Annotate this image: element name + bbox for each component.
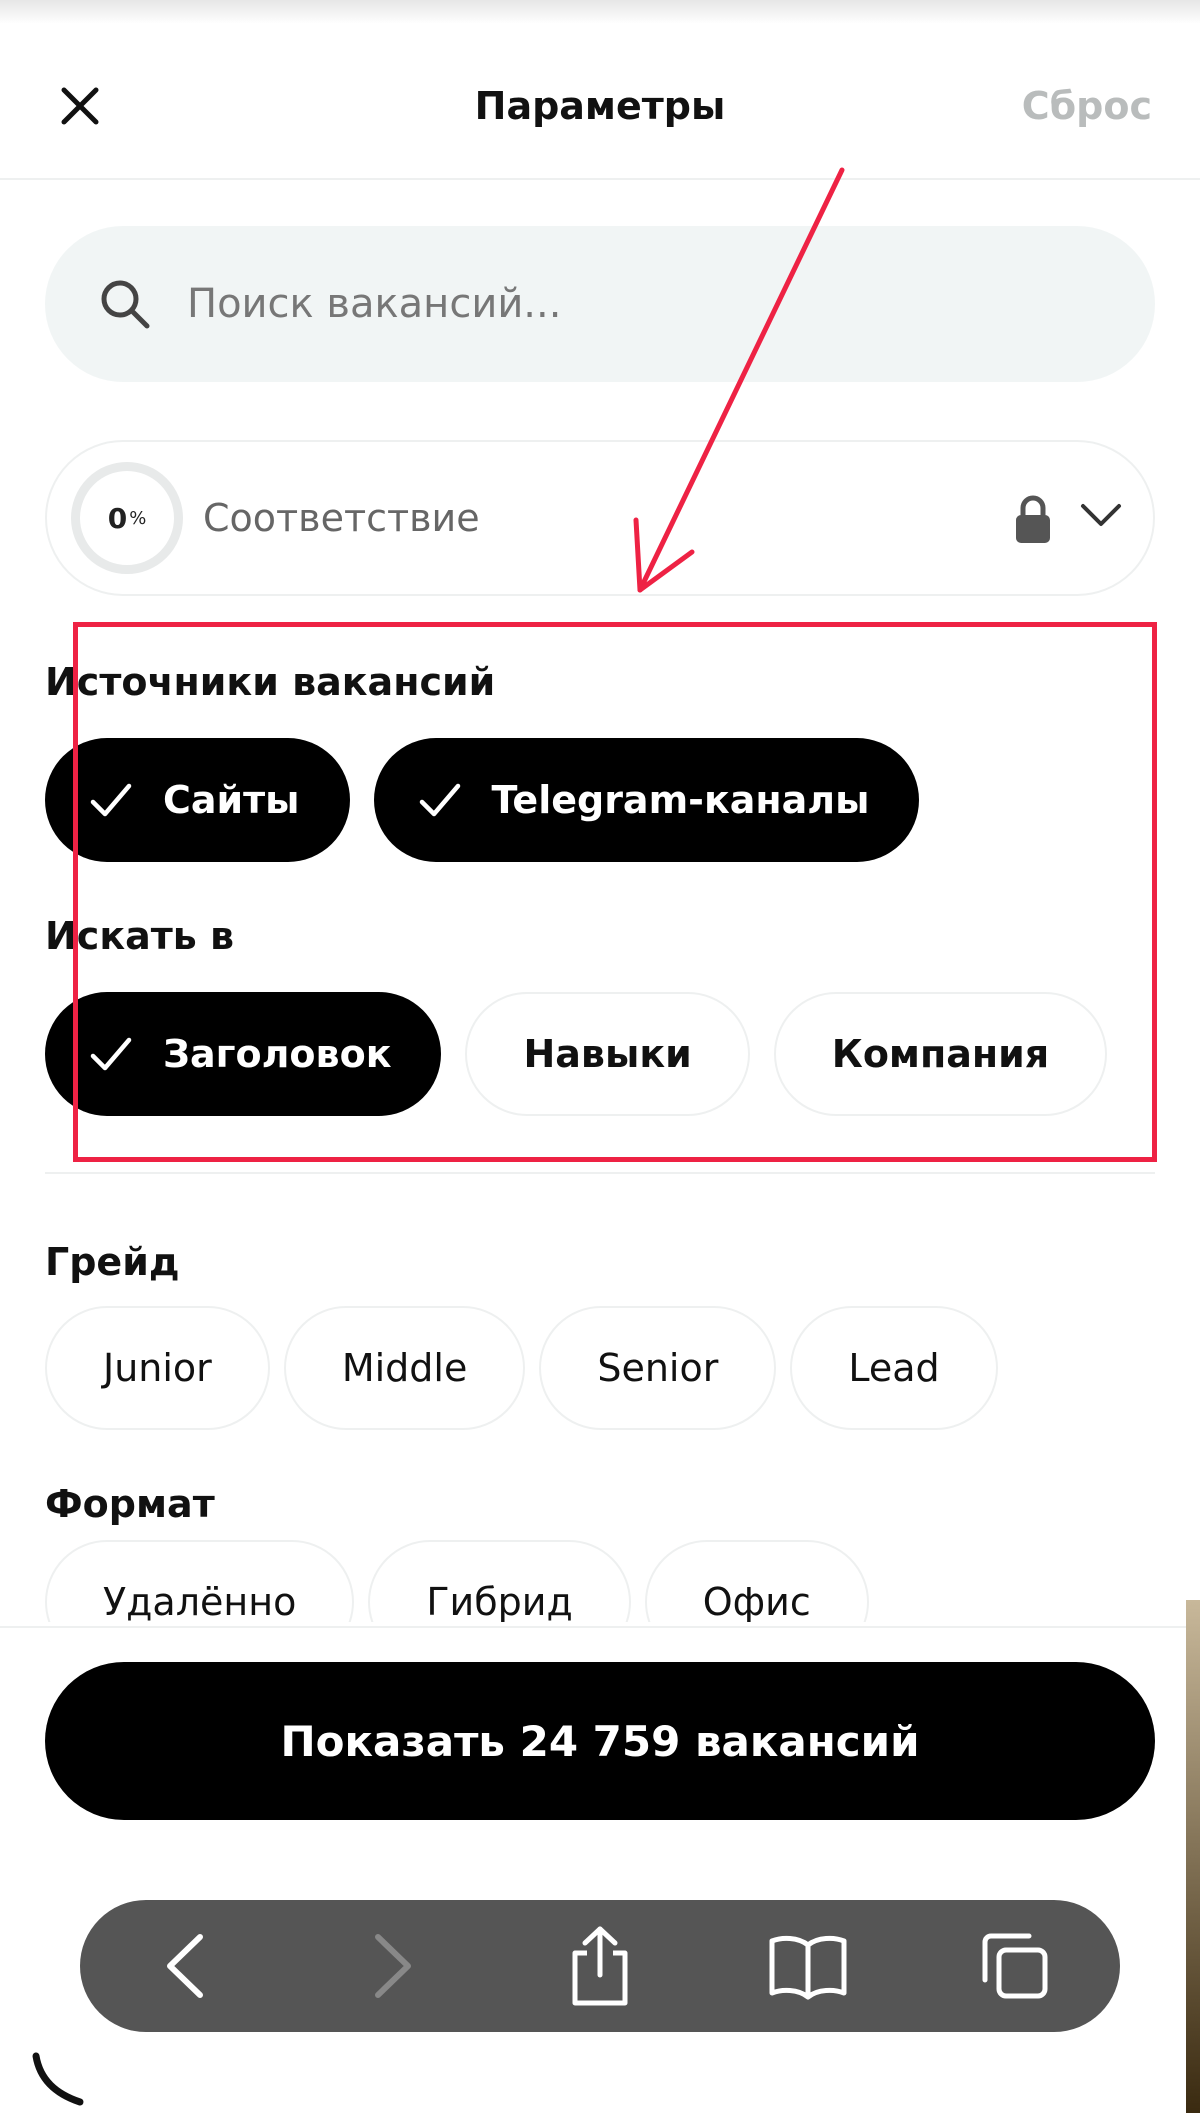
grade-chips: Junior Middle Senior Lead [45,1306,998,1430]
sources-title: Источники вакансий [45,660,496,704]
match-progress-ring: 0% [71,462,183,574]
search-input[interactable] [187,281,1037,327]
share-icon [572,1926,628,2006]
forward-icon [374,1934,411,1998]
bookmarks-icon [769,1935,846,2000]
chip-office[interactable]: Офис [644,1540,869,1622]
share-button[interactable] [555,1921,645,2011]
back-icon [167,1934,203,1998]
chip-label: Telegram-каналы [491,778,870,822]
chip-skills[interactable]: Навыки [465,992,750,1116]
background-edge [1186,1600,1200,2113]
match-label: Соответствие [203,496,480,540]
section-divider [45,1172,1155,1174]
bottom-divider [0,1626,1200,1628]
top-fade [0,0,1200,24]
check-icon [90,783,132,817]
lock-icon [1016,495,1050,543]
chip-lead[interactable]: Lead [790,1306,998,1430]
chevron-down-icon[interactable] [1079,500,1123,530]
chip-hybrid[interactable]: Гибрид [368,1540,631,1622]
show-results-button[interactable]: Показать 24 759 вакансий [45,1662,1155,1820]
format-title: Формат [45,1482,215,1526]
match-filter[interactable]: 0% Соответствие [45,440,1155,596]
tabs-icon [982,1933,1048,1999]
chip-junior[interactable]: Junior [45,1306,270,1430]
match-unit: % [129,507,147,529]
match-value: 0 [107,501,128,535]
grade-title: Грейд [45,1240,180,1284]
check-icon [419,783,460,817]
tabs-button[interactable] [970,1921,1060,2011]
chip-middle[interactable]: Middle [283,1306,526,1430]
chip-sites[interactable]: Сайты [45,738,350,862]
back-button[interactable] [140,1921,230,2011]
chip-title[interactable]: Заголовок [45,992,442,1116]
format-chips: Удалённо Гибрид Офис [45,1540,869,1622]
chip-label: Заголовок [163,1032,392,1076]
header-divider [0,178,1200,180]
reset-button[interactable]: Сброс [1022,76,1152,136]
chip-label: Сайты [163,778,300,822]
header: Параметры Сброс [0,40,1200,180]
forward-button[interactable] [348,1921,438,2011]
screen-corner-decoration [32,2052,84,2106]
chip-telegram[interactable]: Telegram-каналы [373,738,920,862]
browser-toolbar [80,1900,1120,2032]
search-in-title: Искать в [45,914,235,958]
chip-senior[interactable]: Senior [539,1306,777,1430]
check-icon [90,1037,132,1071]
chip-company[interactable]: Компания [773,992,1108,1116]
chip-remote[interactable]: Удалённо [45,1540,355,1622]
search-in-chips: Заголовок Навыки Компания [45,992,1108,1116]
format-scroll-area: Удалённо Гибрид Офис [45,1540,1155,1622]
search-bar[interactable] [45,226,1155,382]
sources-chips: Сайты Telegram-каналы [45,738,920,862]
search-icon [101,280,150,329]
bookmarks-button[interactable] [763,1921,853,2011]
page-title: Параметры [474,84,726,128]
